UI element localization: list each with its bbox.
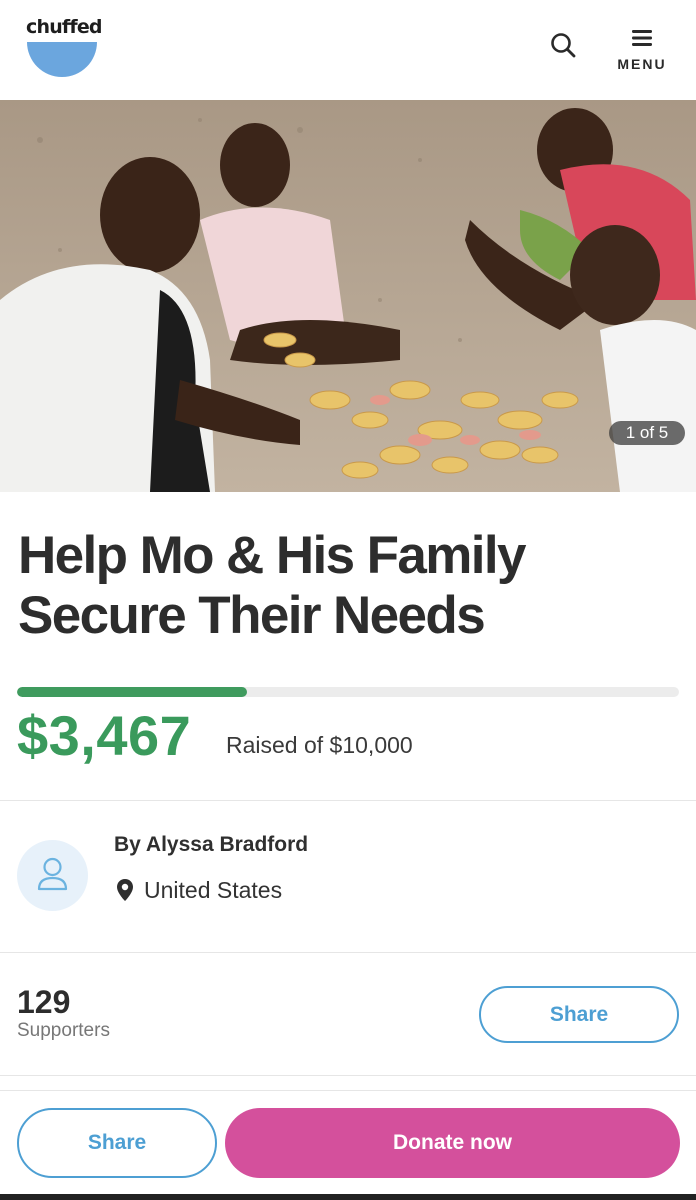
donate-now-button[interactable]: Donate now xyxy=(225,1108,680,1178)
section-divider xyxy=(0,1075,696,1076)
menu-button[interactable]: MENU xyxy=(614,26,670,76)
location-pin-icon xyxy=(117,879,133,901)
menu-label: MENU xyxy=(617,56,667,72)
screen-bottom-edge xyxy=(0,1194,696,1200)
organiser-name[interactable]: By Alyssa Bradford xyxy=(114,833,308,857)
share-button[interactable]: Share xyxy=(479,986,679,1043)
logo-text: chuffed xyxy=(26,16,103,38)
image-counter-badge: 1 of 5 xyxy=(609,421,685,445)
raised-amount: $3,467 xyxy=(17,704,192,767)
user-icon xyxy=(37,857,68,891)
chuffed-logo[interactable]: chuffed xyxy=(26,16,103,78)
section-divider xyxy=(0,952,696,953)
search-button[interactable] xyxy=(546,28,580,62)
funding-progress-bar xyxy=(17,687,679,697)
site-header: chuffed MENU xyxy=(0,0,696,100)
campaign-image-carousel[interactable] xyxy=(0,100,696,492)
bottom-share-button[interactable]: Share xyxy=(17,1108,217,1178)
search-icon xyxy=(551,33,576,58)
organiser-avatar xyxy=(17,840,88,911)
supporters-count: 129 xyxy=(17,984,71,1020)
raised-of-goal: Raised of $10,000 xyxy=(226,732,413,758)
section-divider xyxy=(0,800,696,801)
location-text: United States xyxy=(144,877,283,903)
campaign-photo xyxy=(0,100,696,492)
campaign-title: Help Mo & His Family Secure Their Needs xyxy=(18,526,527,645)
supporters-label: Supporters xyxy=(17,1020,110,1041)
hamburger-icon xyxy=(632,30,652,46)
funding-progress-fill xyxy=(17,687,247,697)
logo-bowl-shape xyxy=(27,42,97,77)
